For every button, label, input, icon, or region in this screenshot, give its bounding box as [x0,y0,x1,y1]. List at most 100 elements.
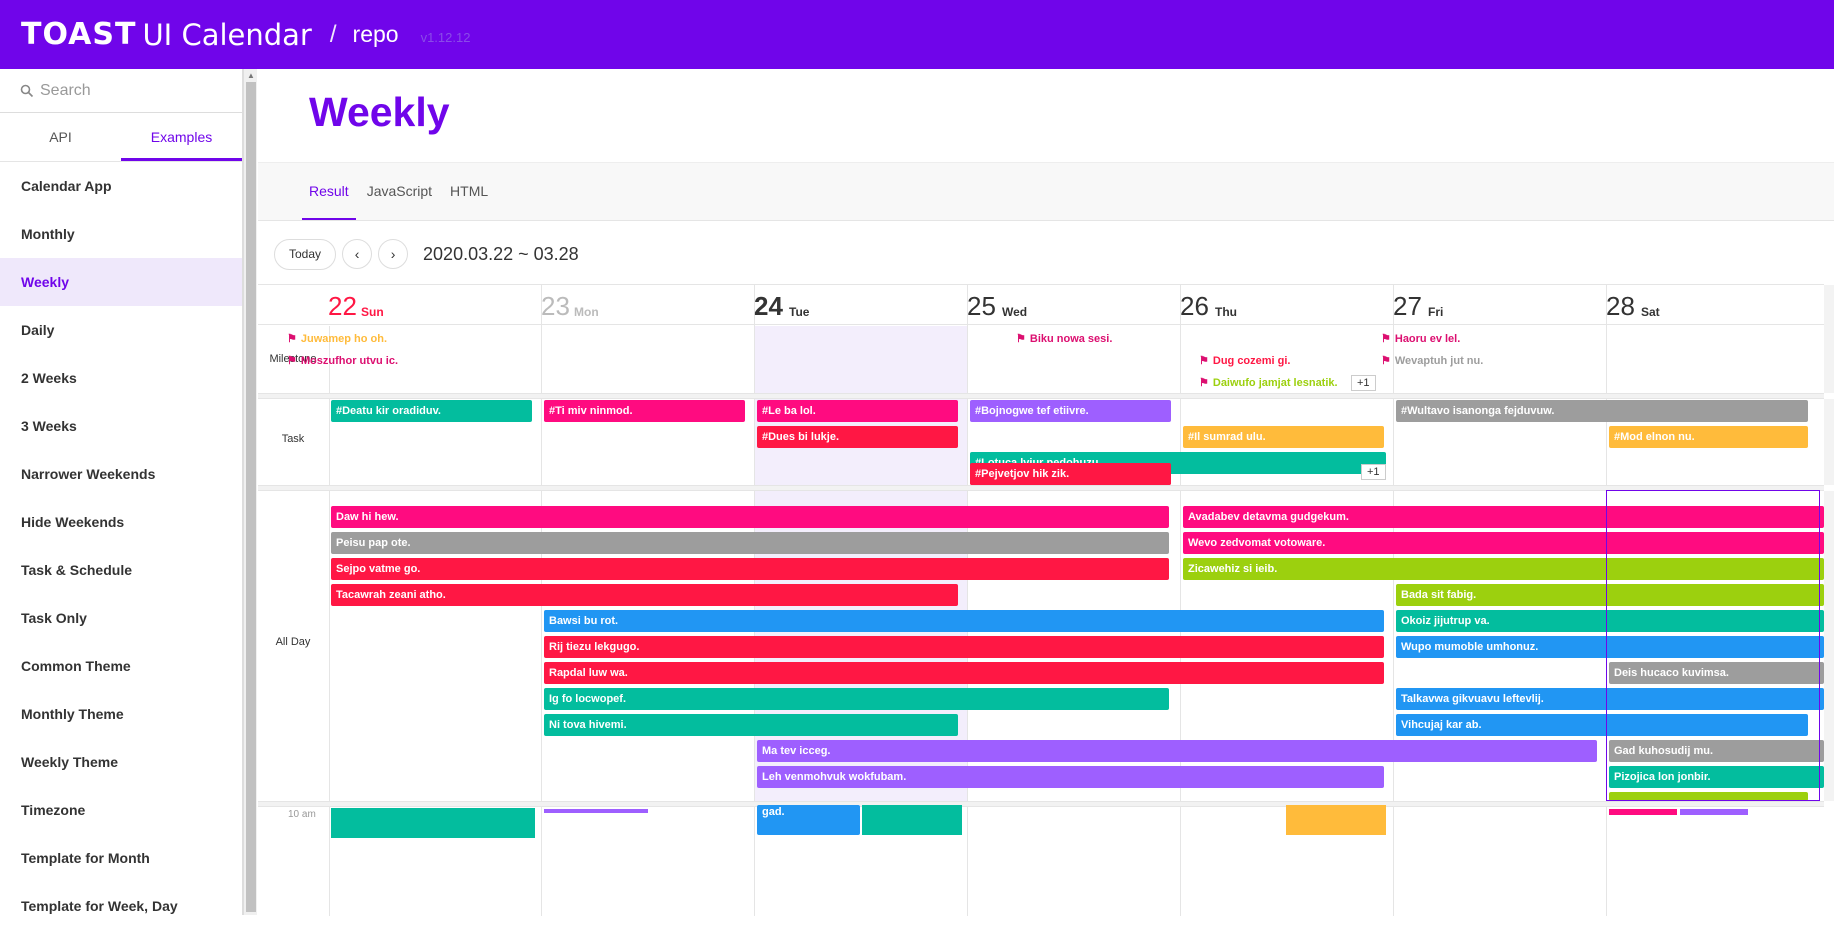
milestone-item[interactable]: ⚑ Biku nowa sesi. [1016,332,1112,345]
day-number: 26 [1180,291,1209,321]
timed-event[interactable] [1286,805,1386,835]
tab-api[interactable]: API [0,113,121,161]
scrollbar-thumb[interactable] [246,82,256,912]
allday-event[interactable]: Rij tiezu lekgugo. [544,636,1384,658]
main-content: Weekly Result JavaScript HTML Today ‹ › … [258,69,1834,916]
allday-event[interactable]: Ma tev icceg. [757,740,1597,762]
flag-icon: ⚑ [287,333,297,345]
sidebar-item-template-month[interactable]: Template for Month [0,834,242,882]
day-label: Fri [1428,305,1444,319]
milestone-item[interactable]: ⚑ Daiwufo jamjat lesnatik. [1199,376,1338,389]
sidebar-item-weekly-theme[interactable]: Weekly Theme [0,738,242,786]
sidebar-item-narrower-weekends[interactable]: Narrower Weekends [0,450,242,498]
timed-event[interactable] [862,805,962,835]
repo-link[interactable]: repo [353,21,399,48]
task-event[interactable]: #Bojnogwe tef etiivre. [970,400,1171,422]
sidebar-item-template-week-day[interactable]: Template for Week, Day [0,882,242,930]
day-label: Thu [1215,305,1237,319]
today-button[interactable]: Today [274,238,337,270]
day-header-thu[interactable]: 26 Thu [1180,285,1393,325]
sidebar-item-monthly[interactable]: Monthly [0,210,242,258]
search-input[interactable]: Search [40,82,91,100]
day-header-wed[interactable]: 25 Wed [967,285,1180,325]
timed-event[interactable]: gad. [757,805,860,835]
task-scrollbar[interactable] [1824,399,1834,485]
task-event[interactable]: #Wultavo isanonga fejduvuw. [1396,400,1808,422]
weekly-calendar: 22 Sun 23 Mon 24 Tue 25 Wed 26 Thu 27 Fr… [258,284,1834,916]
tab-javascript[interactable]: JavaScript [367,163,432,219]
calendar-navigation: Today ‹ › 2020.03.22 ~ 03.28 [258,220,1834,287]
day-header-mon[interactable]: 23 Mon [541,285,754,325]
sidebar-item-weekly[interactable]: Weekly [0,258,242,306]
milestone-more-button[interactable]: +1 [1351,375,1376,391]
page-title: Weekly [309,89,450,135]
allday-event[interactable]: Ig fo locwopef. [544,688,1169,710]
sidebar-item-monthly-theme[interactable]: Monthly Theme [0,690,242,738]
sidebar-item-timezone[interactable]: Timezone [0,786,242,834]
tab-result[interactable]: Result [302,163,356,221]
day-number: 27 [1393,291,1422,321]
allday-event[interactable]: Tacawrah zeani atho. [331,584,958,606]
task-event[interactable]: #Dues bi lukje. [757,426,958,448]
task-event[interactable]: #Mod elnon nu. [1609,426,1808,448]
day-header-fri[interactable]: 27 Fri [1393,285,1606,325]
panel-splitter[interactable] [258,393,1824,399]
milestone-item[interactable]: ⚑ Haoru ev lel. [1381,332,1460,345]
day-number: 25 [967,291,996,321]
panel-splitter[interactable] [258,801,1824,807]
task-event[interactable]: #Le ba lol. [757,400,958,422]
panel-splitter[interactable] [258,485,1824,491]
next-button[interactable]: › [378,239,409,269]
selection-box[interactable] [1606,490,1820,801]
allday-event[interactable]: Peisu pap ote. [331,532,1169,554]
allday-event[interactable]: Sejpo vatme go. [331,558,1169,580]
prev-button[interactable]: ‹ [342,239,373,269]
day-header-tue[interactable]: 24 Tue [754,285,967,325]
day-label: Mon [574,305,599,319]
allday-event[interactable]: Rapdal luw wa. [544,662,1384,684]
sidebar-item-2-weeks[interactable]: 2 Weeks [0,354,242,402]
task-event[interactable]: #Il sumrad ulu. [1183,426,1384,448]
day-label: Sat [1641,305,1660,319]
version-label: v1.12.12 [420,30,471,45]
sidebar-item-hide-weekends[interactable]: Hide Weekends [0,498,242,546]
allday-event[interactable]: Bawsi bu rot. [544,610,1384,632]
task-event[interactable]: #Pejvetjov hik zik. [970,463,1171,485]
milestone-title: Daiwufo jamjat lesnatik. [1212,377,1338,389]
scroll-up-icon[interactable]: ▲ [247,71,255,80]
sidebar-item-calendar-app[interactable]: Calendar App [0,162,242,210]
allday-event[interactable]: Ni tova hivemi. [544,714,958,736]
milestone-item[interactable]: ⚑ Dug cozemi gi. [1199,354,1291,367]
day-label: Tue [789,305,810,319]
code-tabs: Result JavaScript HTML [258,163,1834,221]
milestone-item[interactable]: ⚑ Juwamep ho oh. [287,332,387,345]
task-event[interactable]: #Ti miv ninmod. [544,400,745,422]
tab-html[interactable]: HTML [450,163,488,219]
allday-event[interactable]: Daw hi hew. [331,506,1169,528]
sidebar-item-common-theme[interactable]: Common Theme [0,642,242,690]
milestone-scrollbar[interactable] [1824,285,1834,393]
flag-icon: ⚑ [1381,333,1391,345]
milestone-item[interactable]: ⚑ Wevaptuh jut nu. [1381,354,1483,367]
task-event[interactable]: #Deatu kir oradiduv. [331,400,532,422]
breadcrumb-separator: / [329,20,337,48]
timed-event[interactable] [544,809,648,813]
sidebar-item-task-schedule[interactable]: Task & Schedule [0,546,242,594]
task-more-button[interactable]: +1 [1361,464,1386,480]
sidebar-item-daily[interactable]: Daily [0,306,242,354]
timed-event[interactable] [1680,809,1748,815]
timed-event[interactable] [331,808,535,838]
search-box[interactable]: Search [0,69,242,113]
day-header-sun[interactable]: 22 Sun [328,285,541,325]
sidebar-scrollbar[interactable]: ▲ [243,69,257,915]
allday-event[interactable]: Leh venmohvuk wokfubam. [757,766,1384,788]
sidebar-item-task-only[interactable]: Task Only [0,594,242,642]
day-header-sat[interactable]: 28 Sat [1606,285,1819,325]
logo[interactable]: TOAST [21,17,136,52]
logo-subtitle[interactable]: UI Calendar [142,18,311,52]
timed-event[interactable] [1609,809,1677,815]
allday-scrollbar[interactable] [1824,491,1834,801]
tab-examples[interactable]: Examples [121,113,242,161]
sidebar-item-3-weeks[interactable]: 3 Weeks [0,402,242,450]
milestone-item[interactable]: ⚑ Moszufhor utvu ic. [287,354,398,367]
